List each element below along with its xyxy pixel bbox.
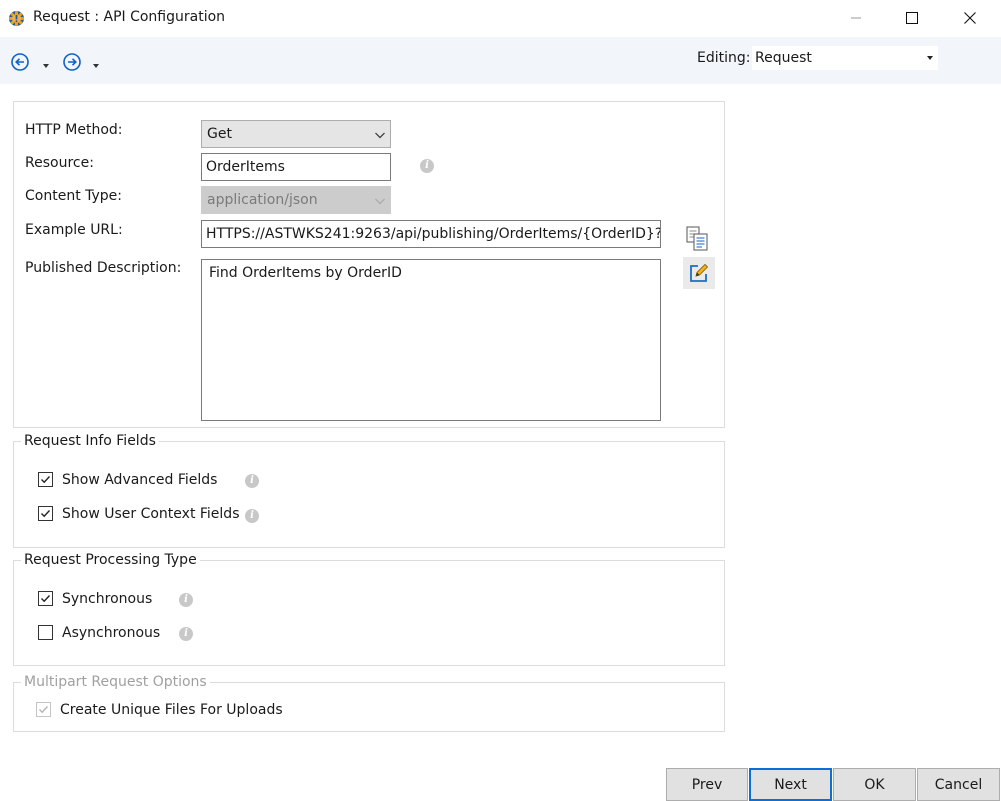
multipart-request-options-title: Multipart Request Options	[21, 674, 210, 690]
example-url-label: Example URL:	[25, 222, 123, 238]
copy-icon	[686, 226, 708, 251]
info-icon: i	[179, 593, 193, 607]
back-history-dropdown[interactable]	[42, 58, 50, 68]
show-advanced-fields-checkbox[interactable]	[38, 472, 53, 487]
synchronous-label: Synchronous	[62, 591, 153, 607]
request-processing-type-title: Request Processing Type	[21, 552, 200, 568]
create-unique-files-checkbox	[36, 702, 51, 717]
resource-label: Resource:	[25, 155, 94, 171]
create-unique-files-label: Create Unique Files For Uploads	[60, 702, 283, 718]
minimize-icon	[851, 17, 861, 19]
show-user-context-fields-label: Show User Context Fields	[62, 506, 240, 522]
edit-description-button[interactable]	[683, 257, 715, 289]
asynchronous-checkbox[interactable]	[38, 625, 53, 640]
caret-down-icon	[43, 64, 49, 68]
ok-button[interactable]: OK	[833, 768, 916, 801]
asynchronous-label: Asynchronous	[62, 625, 161, 641]
checkmark-icon	[41, 510, 51, 518]
http-method-label: HTTP Method:	[25, 122, 123, 138]
arrow-right-circle-icon	[63, 53, 81, 71]
maximize-icon	[906, 12, 918, 24]
back-button[interactable]	[11, 53, 29, 71]
info-icon: i	[420, 159, 434, 173]
checkmark-icon	[41, 476, 51, 484]
content-type-value: application/json	[207, 192, 318, 208]
show-advanced-fields-label: Show Advanced Fields	[62, 472, 218, 488]
window-title: Request : API Configuration	[33, 9, 226, 25]
editing-select-value: Request	[755, 50, 812, 66]
minimize-button[interactable]	[831, 0, 881, 36]
forward-history-dropdown[interactable]	[92, 58, 100, 68]
close-button[interactable]	[945, 0, 995, 36]
next-button[interactable]: Next	[749, 768, 832, 801]
http-method-value: Get	[207, 126, 232, 142]
request-info-fields-group	[13, 441, 725, 548]
resource-value: OrderItems	[206, 159, 285, 175]
copy-url-button[interactable]	[684, 225, 712, 253]
chevron-down-icon	[375, 132, 385, 139]
checkmark-icon	[41, 595, 51, 603]
maximize-button[interactable]	[887, 0, 937, 36]
example-url-input[interactable]: HTTPS://ASTWKS241:9263/api/publishing/Or…	[201, 220, 661, 248]
content-type-label: Content Type:	[25, 188, 123, 204]
info-icon: i	[245, 474, 259, 488]
forward-button[interactable]	[63, 53, 81, 71]
synchronous-checkbox[interactable]	[38, 591, 53, 606]
caret-down-icon	[93, 64, 99, 68]
http-method-select[interactable]: Get	[201, 120, 391, 148]
cancel-button[interactable]: Cancel	[917, 768, 1000, 801]
caret-down-icon	[927, 56, 933, 60]
editing-label: Editing:	[697, 50, 751, 66]
gear-icon	[8, 10, 25, 27]
close-icon	[964, 12, 976, 24]
resource-input[interactable]: OrderItems	[201, 153, 391, 181]
chevron-down-icon	[375, 198, 385, 205]
request-info-fields-title: Request Info Fields	[21, 433, 159, 449]
show-user-context-fields-checkbox[interactable]	[38, 506, 53, 521]
published-description-textarea[interactable]: Find OrderItems by OrderID	[201, 259, 661, 421]
published-description-value: Find OrderItems by OrderID	[209, 265, 402, 281]
request-processing-type-group	[13, 560, 725, 666]
checkmark-icon	[39, 706, 49, 714]
edit-icon	[690, 263, 709, 282]
prev-button[interactable]: Prev	[666, 768, 748, 801]
editing-select[interactable]: Request	[752, 46, 938, 70]
arrow-left-circle-icon	[11, 53, 29, 71]
published-description-label: Published Description:	[25, 260, 182, 276]
info-icon: i	[245, 509, 259, 523]
content-type-select: application/json	[201, 186, 391, 214]
example-url-value: HTTPS://ASTWKS241:9263/api/publishing/Or…	[206, 226, 661, 242]
info-icon: i	[179, 627, 193, 641]
